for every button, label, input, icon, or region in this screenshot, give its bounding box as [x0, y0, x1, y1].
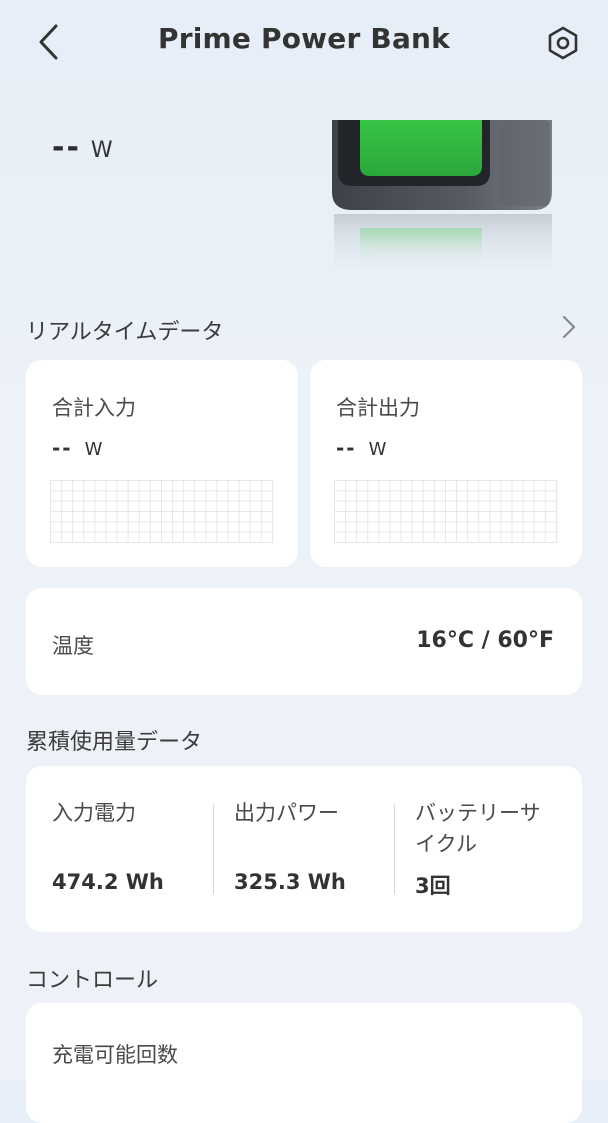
- total-input-chart-grid: [50, 480, 273, 543]
- total-output-label: 合計出力: [336, 396, 420, 420]
- temperature-value: 16°C / 60°F: [416, 628, 554, 653]
- output-power-label: 出力パワー: [234, 801, 339, 825]
- hexagon-gear-icon: [548, 26, 578, 60]
- output-power-value: 325.3 Wh: [234, 870, 346, 894]
- stat-divider: [213, 804, 214, 894]
- input-power-label: 入力電力: [52, 801, 136, 825]
- app-header: Prime Power Bank: [0, 0, 608, 84]
- temperature-card: 温度 16°C / 60°F: [26, 588, 582, 695]
- total-output-value-group: -- W: [336, 436, 386, 460]
- total-output-value: --: [336, 436, 357, 460]
- current-power-unit: W: [90, 138, 113, 163]
- realtime-data-more-button[interactable]: [554, 312, 584, 342]
- charge-count-label: 充電可能回数: [52, 1043, 178, 1067]
- page-title: Prime Power Bank: [157, 22, 450, 55]
- total-input-card[interactable]: 合計入力 -- W: [26, 360, 298, 567]
- current-power-value: --: [52, 130, 81, 165]
- battery-cycle-value: 3回: [415, 874, 451, 898]
- charge-count-card[interactable]: 充電可能回数: [26, 1003, 582, 1123]
- realtime-data-section-title: リアルタイムデータ: [26, 320, 224, 345]
- output-power-stat: 出力パワー 325.3 Wh: [234, 766, 404, 932]
- battery-cycle-stat: バッテリーサ イクル 3回: [415, 766, 565, 932]
- cumulative-usage-section-title: 累積使用量データ: [26, 730, 203, 755]
- power-bank-device-image: [332, 120, 552, 280]
- input-power-stat: 入力電力 474.2 Wh: [52, 766, 222, 932]
- cumulative-usage-card: 入力電力 474.2 Wh 出力パワー 325.3 Wh バッテリーサ イクル …: [26, 766, 582, 932]
- total-input-label: 合計入力: [52, 396, 136, 420]
- temperature-label: 温度: [52, 634, 94, 658]
- settings-button[interactable]: [540, 20, 586, 66]
- total-output-unit: W: [368, 439, 387, 460]
- total-output-chart-grid: [334, 480, 557, 543]
- total-output-card[interactable]: 合計出力 -- W: [310, 360, 582, 567]
- battery-cycle-label-line2: イクル: [415, 832, 477, 856]
- total-input-value-group: -- W: [52, 436, 102, 460]
- battery-cycle-label-line1: バッテリーサ: [415, 801, 541, 825]
- total-input-unit: W: [84, 439, 103, 460]
- chevron-right-icon: [562, 315, 576, 339]
- stat-divider: [394, 804, 395, 894]
- current-power-readout: -- W: [52, 130, 113, 165]
- battery-cycle-label: バッテリーサ イクル: [415, 798, 541, 860]
- input-power-value: 474.2 Wh: [52, 870, 164, 894]
- control-section-title: コントロール: [26, 968, 159, 993]
- total-input-value: --: [52, 436, 73, 460]
